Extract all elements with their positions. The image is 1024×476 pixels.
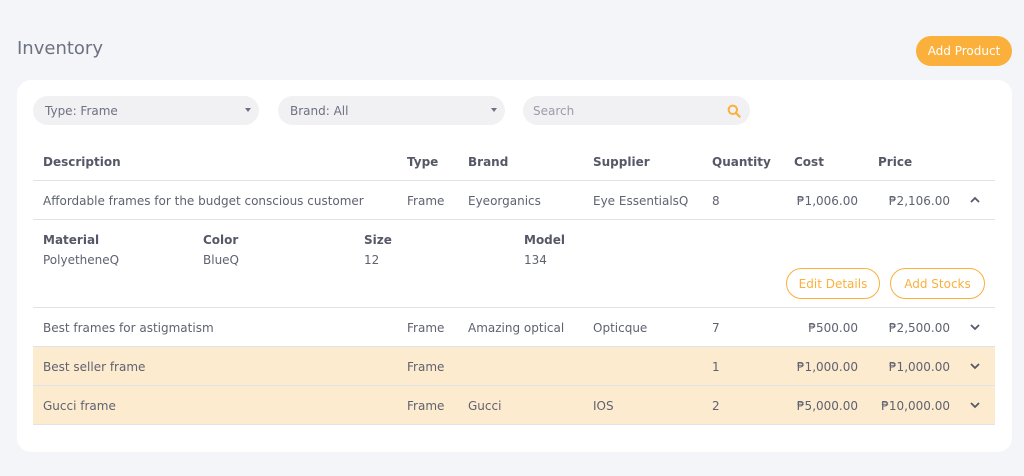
- brand-filter-dropdown[interactable]: Brand: All: [278, 96, 505, 125]
- cell-cost: ₱500.00: [808, 321, 858, 335]
- cell-description: Best frames for astigmatism: [43, 321, 214, 335]
- cell-brand: Eyeorganics: [468, 194, 541, 208]
- chevron-up-icon[interactable]: [969, 195, 981, 205]
- add-product-button[interactable]: Add Product: [916, 36, 1012, 66]
- cell-description: Affordable frames for the budget conscio…: [43, 194, 364, 208]
- detail-material-label: Material: [43, 233, 100, 247]
- cell-price: ₱2,106.00: [888, 194, 950, 208]
- search-input[interactable]: [523, 96, 713, 125]
- column-header-description: Description: [43, 155, 121, 169]
- cell-quantity: 8: [712, 194, 720, 208]
- detail-size-value: 12: [364, 253, 380, 267]
- cell-description: Best seller frame: [43, 360, 146, 374]
- cell-quantity: 7: [712, 321, 720, 335]
- detail-color-value: BlueQ: [203, 253, 239, 267]
- inventory-card: Type: Frame Brand: All Description Type …: [17, 80, 1012, 452]
- table-row[interactable]: Gucci frame Frame Gucci IOS 2 ₱5,000.00 …: [33, 386, 995, 425]
- caret-down-icon: [491, 108, 497, 112]
- detail-size-label: Size: [364, 233, 392, 247]
- cell-price: ₱10,000.00: [881, 399, 950, 413]
- detail-model-label: Model: [524, 233, 566, 247]
- cell-type: Frame: [407, 360, 445, 374]
- type-filter-label: Type: Frame: [45, 103, 118, 118]
- detail-material-value: PolyetheneQ: [43, 253, 120, 267]
- cell-price: ₱1,000.00: [888, 360, 950, 374]
- cell-supplier: IOS: [593, 399, 614, 413]
- add-stocks-button[interactable]: Add Stocks: [890, 268, 985, 299]
- chevron-down-icon[interactable]: [969, 361, 981, 371]
- search-box: [523, 96, 750, 125]
- cell-supplier: Eye EssentialsQ: [593, 194, 689, 208]
- table-row[interactable]: Best frames for astigmatism Frame Amazin…: [33, 308, 995, 347]
- cell-quantity: 2: [712, 399, 720, 413]
- table-row[interactable]: Best seller frame Frame 1 ₱1,000.00 ₱1,0…: [33, 347, 995, 386]
- cell-cost: ₱1,000.00: [796, 360, 858, 374]
- table-header: Description Type Brand Supplier Quantity…: [33, 142, 995, 181]
- edit-details-button[interactable]: Edit Details: [786, 268, 880, 299]
- detail-model-value: 134: [524, 253, 547, 267]
- search-icon[interactable]: [727, 104, 741, 118]
- column-header-quantity: Quantity: [712, 155, 771, 169]
- cell-cost: ₱5,000.00: [796, 399, 858, 413]
- chevron-down-icon[interactable]: [969, 400, 981, 410]
- chevron-down-icon[interactable]: [969, 322, 981, 332]
- row-detail-panel: Material PolyetheneQ Color BlueQ Size 12…: [33, 220, 995, 308]
- cell-type: Frame: [407, 194, 445, 208]
- column-header-price: Price: [878, 155, 913, 169]
- detail-color-label: Color: [203, 233, 239, 247]
- brand-filter-label: Brand: All: [290, 103, 349, 118]
- cell-brand: Amazing optical: [468, 321, 565, 335]
- cell-description: Gucci frame: [43, 399, 116, 413]
- cell-type: Frame: [407, 321, 445, 335]
- cell-price: ₱2,500.00: [888, 321, 950, 335]
- inventory-table: Description Type Brand Supplier Quantity…: [33, 142, 995, 425]
- column-header-type: Type: [407, 155, 439, 169]
- column-header-cost: Cost: [794, 155, 824, 169]
- table-row[interactable]: Affordable frames for the budget conscio…: [33, 181, 995, 220]
- cell-quantity: 1: [712, 360, 720, 374]
- caret-down-icon: [245, 108, 251, 112]
- cell-type: Frame: [407, 399, 445, 413]
- cell-brand: Gucci: [468, 399, 502, 413]
- page-title: Inventory: [17, 38, 103, 59]
- cell-supplier: Opticque: [593, 321, 648, 335]
- type-filter-dropdown[interactable]: Type: Frame: [33, 96, 259, 125]
- column-header-brand: Brand: [468, 155, 509, 169]
- cell-cost: ₱1,006.00: [796, 194, 858, 208]
- column-header-supplier: Supplier: [593, 155, 650, 169]
